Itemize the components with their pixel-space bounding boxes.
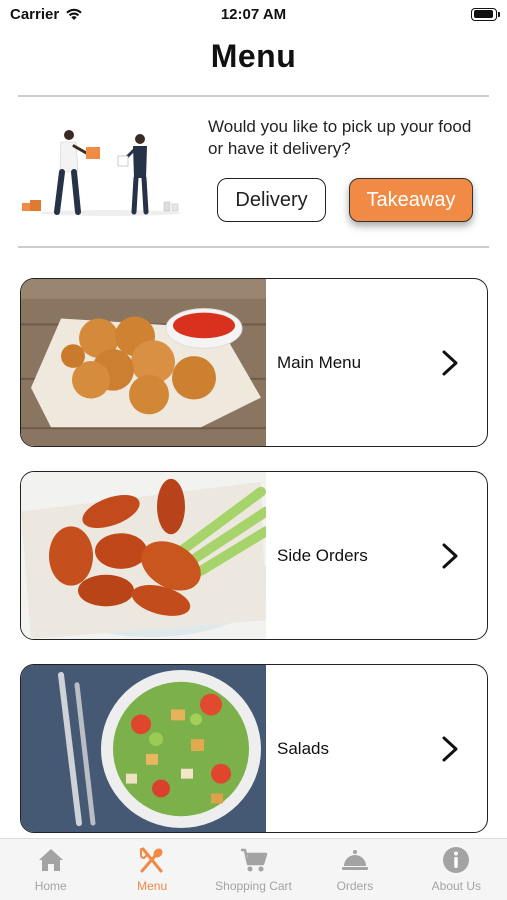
- tab-label: Menu: [137, 879, 168, 893]
- category-label: Salads: [277, 738, 329, 758]
- tab-home[interactable]: Home: [0, 839, 101, 900]
- order-type-question: Would you like to pick up your food or h…: [208, 117, 472, 158]
- cloche-icon: [341, 850, 368, 870]
- battery-icon: [471, 7, 500, 21]
- battery-level: [473, 10, 494, 18]
- category-card-main-menu[interactable]: Main Menu: [20, 278, 488, 447]
- category-card-salads[interactable]: Salads: [20, 664, 488, 833]
- category-label: Main Menu: [277, 352, 362, 372]
- status-bar: Carrier 12:07 AM: [0, 0, 507, 28]
- chevron-right-icon: [442, 543, 458, 568]
- tab-about-us[interactable]: About Us: [406, 839, 507, 900]
- chicken-wings-image: [21, 472, 266, 639]
- category-label: Side Orders: [277, 545, 368, 565]
- tab-label: Home: [34, 879, 67, 893]
- carrier-label: Carrier: [10, 5, 60, 23]
- tab-bar: Home Menu Shopping Cart Orders About Us: [0, 838, 507, 900]
- wifi-icon: [66, 8, 83, 20]
- section-divider: [18, 246, 489, 248]
- salad-image: [21, 665, 266, 832]
- delivery-button[interactable]: Delivery: [217, 178, 326, 222]
- takeaway-button[interactable]: Takeaway: [349, 178, 473, 222]
- fork-spoon-icon: [140, 847, 163, 873]
- cart-icon: [240, 848, 267, 872]
- tab-label: Orders: [336, 879, 374, 893]
- delivery-handoff-illustration: [22, 130, 181, 216]
- info-icon: [443, 847, 470, 873]
- chicken-nuggets-image: [21, 279, 266, 446]
- chevron-right-icon: [442, 736, 458, 761]
- tab-label: About Us: [431, 879, 481, 893]
- tab-menu[interactable]: Menu: [101, 839, 202, 900]
- carrier-group: Carrier: [10, 6, 83, 23]
- page-title: Menu: [210, 38, 297, 74]
- tab-orders[interactable]: Orders: [304, 839, 405, 900]
- chevron-right-icon: [442, 350, 458, 375]
- tab-label: Shopping Cart: [215, 879, 292, 893]
- category-card-side-orders[interactable]: Side Orders: [20, 471, 488, 640]
- tab-shopping-cart[interactable]: Shopping Cart: [203, 839, 304, 900]
- top-divider: [18, 95, 489, 97]
- home-icon: [38, 849, 63, 871]
